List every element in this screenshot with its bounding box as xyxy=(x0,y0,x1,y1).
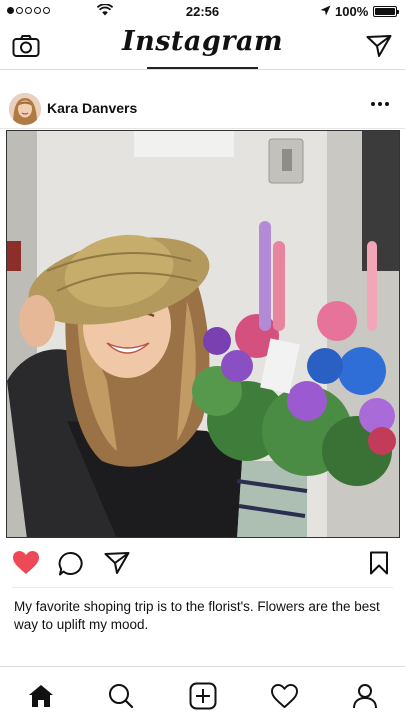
status-bar: 22:56 100% xyxy=(0,0,405,22)
activity-heart-icon[interactable] xyxy=(270,683,298,709)
direct-message-icon[interactable] xyxy=(366,34,392,58)
add-post-icon[interactable] xyxy=(189,682,217,710)
app-logo: Instagram xyxy=(121,26,284,57)
battery-percentage: 100% xyxy=(335,4,369,19)
logo-underline xyxy=(147,67,258,69)
bookmark-icon[interactable] xyxy=(369,551,389,575)
comment-icon[interactable] xyxy=(58,551,84,577)
share-icon[interactable] xyxy=(104,551,130,575)
avatar[interactable] xyxy=(9,93,41,125)
profile-icon[interactable] xyxy=(351,683,379,709)
like-heart-icon[interactable] xyxy=(12,550,40,576)
post-username[interactable]: Kara Danvers xyxy=(47,100,137,116)
divider xyxy=(12,587,393,588)
bottom-tab-bar xyxy=(0,666,405,720)
post-actions-bar xyxy=(0,546,405,582)
home-icon[interactable] xyxy=(27,683,55,709)
post-photo[interactable] xyxy=(6,130,400,538)
search-icon[interactable] xyxy=(107,683,135,709)
location-arrow-icon xyxy=(320,5,331,16)
post-header: Kara Danvers xyxy=(0,85,405,129)
battery-icon xyxy=(373,6,399,17)
top-navigation-bar: Instagram xyxy=(0,22,405,70)
more-options-icon[interactable] xyxy=(371,102,389,106)
post-caption: My favorite shoping trip is to the flori… xyxy=(14,599,380,632)
post-photo-illustration xyxy=(7,131,399,537)
